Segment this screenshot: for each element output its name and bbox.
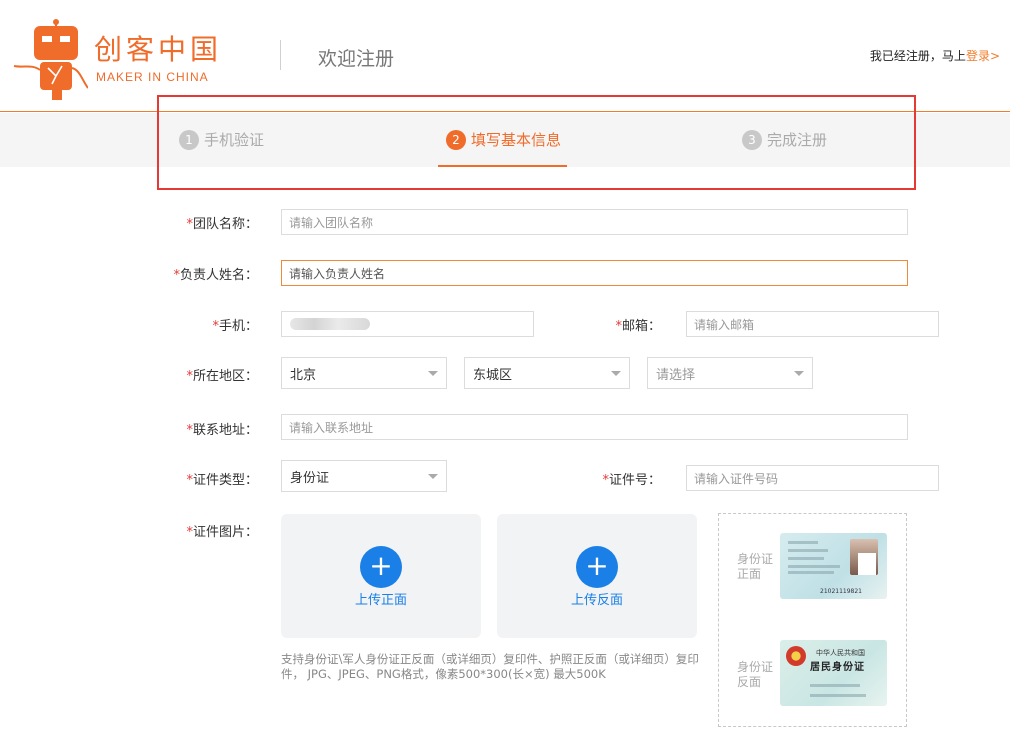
page-title: 欢迎注册 (318, 48, 395, 70)
leader-name-input[interactable]: 请输入负责人姓名 (281, 260, 908, 286)
plus-icon: + (576, 546, 618, 588)
upload-front-label: 上传正面 (354, 593, 407, 608)
address-label: *联系地址： (186, 423, 258, 438)
upload-back-label: 上传反面 (570, 593, 623, 608)
id-number-label: *证件号： (602, 473, 661, 488)
header-divider (280, 40, 281, 70)
email-label: *邮箱： (615, 319, 661, 334)
province-select[interactable]: 北京 (281, 357, 447, 389)
id-images-label: *证件图片： (186, 525, 258, 540)
upload-front-button[interactable]: + 上传正面 (281, 514, 481, 638)
login-prompt: 我已经注册，马上登录> (870, 47, 1000, 64)
address-input[interactable]: 请输入联系地址 (281, 414, 908, 440)
login-prompt-text: 我已经注册，马上 (869, 49, 966, 63)
national-emblem-icon (786, 646, 806, 666)
sample-card-number: 21021119821 (820, 588, 862, 595)
robot-logo-icon (13, 19, 88, 100)
upload-hint-text: 支持身份证\军人身份证正反面（或详细页）复印件、护照正反面（或详细页）复印件， … (281, 652, 699, 681)
chevron-down-icon (794, 371, 804, 376)
email-input[interactable]: 请输入邮箱 (686, 311, 939, 337)
team-name-input[interactable]: 请输入团队名称 (281, 209, 908, 235)
upload-back-button[interactable]: + 上传反面 (497, 514, 697, 638)
photo-mask (858, 553, 876, 575)
leader-name-label: *负责人姓名： (173, 268, 258, 283)
sample-back-label: 身份证反面 (737, 660, 774, 689)
id-type-select[interactable]: 身份证 (281, 460, 447, 492)
phone-label: *手机： (212, 319, 258, 334)
sample-id-back-image: 中华人民共和国 居民身份证 (780, 640, 887, 706)
chevron-down-icon (611, 371, 621, 376)
logo-text-cn: 创客中国 (94, 33, 223, 66)
id-number-input[interactable]: 请输入证件号码 (686, 465, 939, 491)
highlight-box (157, 95, 916, 190)
id-type-label: *证件类型： (186, 473, 258, 488)
team-name-label: *团队名称： (186, 217, 258, 232)
street-select[interactable]: 请选择 (647, 357, 813, 389)
login-link[interactable]: 登录> (966, 49, 1000, 63)
chevron-down-icon (428, 371, 438, 376)
chevron-down-icon (428, 474, 438, 479)
sample-front-label: 身份证正面 (737, 552, 774, 581)
plus-icon: + (360, 546, 402, 588)
sample-card-title2: 居民身份证 (810, 662, 865, 673)
logo-text-en: MAKER IN CHINA (96, 70, 209, 84)
sample-card-title1: 中华人民共和国 (816, 649, 865, 657)
region-label: *所在地区： (186, 369, 258, 384)
sample-id-front-image: 21021119821 (780, 533, 887, 599)
phone-value-blurred (290, 318, 370, 330)
district-select[interactable]: 东城区 (464, 357, 630, 389)
